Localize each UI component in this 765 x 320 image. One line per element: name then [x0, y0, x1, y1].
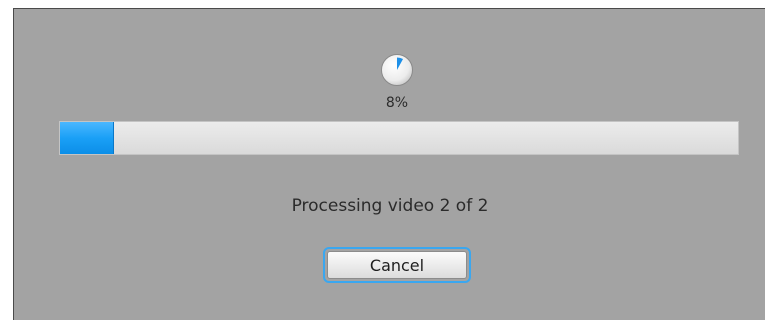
cancel-button[interactable]: Cancel: [323, 247, 471, 283]
cancel-button-label: Cancel: [327, 251, 467, 279]
progress-bar: [59, 121, 739, 155]
status-message: Processing video 2 of 2: [291, 196, 489, 216]
progress-bar-fill: [60, 122, 114, 154]
progress-pie-icon: [380, 53, 414, 87]
progress-dialog: 8% Processing video 2 of 2 Cancel: [13, 8, 765, 320]
progress-percent-label: 8%: [385, 95, 409, 111]
